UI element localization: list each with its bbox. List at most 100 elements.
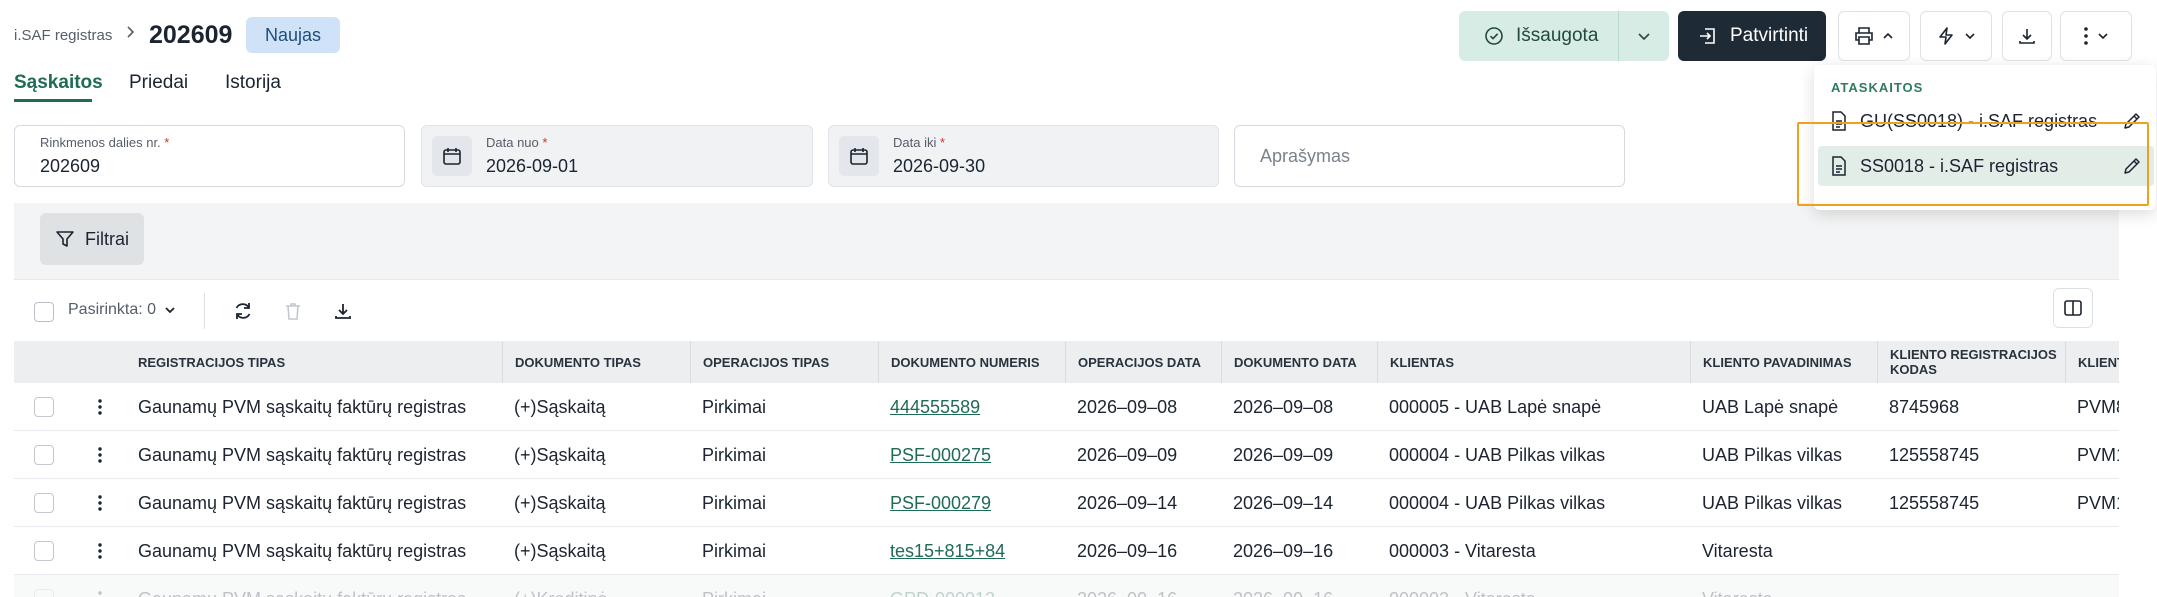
filter-icon xyxy=(56,231,74,247)
page-header: i.SAF registras 202609 Naujas Išsaugota … xyxy=(0,0,2157,70)
column-header[interactable]: DOKUMENTO DATA xyxy=(1221,341,1377,383)
table-row[interactable]: Gaunamų PVM sąskaitų faktūrų registras (… xyxy=(14,527,2119,575)
trash-icon xyxy=(280,298,306,324)
selection-dropdown[interactable]: Pasirinkta: 0 xyxy=(68,301,176,319)
row-checkbox[interactable] xyxy=(34,493,54,513)
description-field[interactable]: Aprašymas xyxy=(1234,125,1625,187)
cell-document-type: (+)Sąskaitą xyxy=(514,396,606,417)
column-header[interactable]: DOKUMENTO TIPAS xyxy=(502,341,690,383)
cell-document-date: 2026–09–16 xyxy=(1233,540,1334,561)
row-checkbox[interactable] xyxy=(34,445,54,465)
column-header[interactable]: KLIENTO xyxy=(2065,341,2119,383)
cell-operation-date: 2026–09–08 xyxy=(1077,396,1178,417)
document-number-link[interactable]: PSF-000275 xyxy=(878,431,1065,479)
check-circle-icon xyxy=(1485,27,1503,45)
row-menu-icon[interactable] xyxy=(90,541,110,561)
tab-history[interactable]: Istorija xyxy=(225,72,281,94)
row-menu-icon[interactable] xyxy=(90,493,110,513)
cell-client-code: 125558745 xyxy=(1889,492,1980,513)
cell-document-type: (+)Kreditinė xyxy=(502,575,690,597)
cell-client-code: 125558745 xyxy=(1889,444,1980,465)
table-row[interactable]: Gaunamų PVM sąskaitų faktūrų registras (… xyxy=(14,383,2119,431)
filter-button[interactable]: Filtrai xyxy=(40,213,144,265)
row-menu-icon[interactable] xyxy=(90,445,110,465)
download-button[interactable] xyxy=(2002,11,2052,61)
highlight-box xyxy=(1797,122,2149,206)
more-button[interactable] xyxy=(2060,11,2132,61)
toolbar-divider xyxy=(204,293,205,329)
cell-document-date: 2026–09–08 xyxy=(1233,396,1334,417)
table-header: REGISTRACIJOS TIPAS DOKUMENTO TIPAS OPER… xyxy=(14,341,2119,383)
reports-menu-title: ATASKAITOS xyxy=(1831,80,1924,95)
date-from-label: Data nuo * xyxy=(486,135,548,150)
cell-operation-date: 2026–09–16 xyxy=(1077,540,1178,561)
active-tab-indicator xyxy=(14,99,92,102)
cell-client-code xyxy=(1877,527,2065,575)
cell-registration-type: Gaunamų PVM sąskaitų faktūrų registras xyxy=(138,540,467,561)
calendar-icon[interactable] xyxy=(432,136,472,176)
tab-attachments[interactable]: Priedai xyxy=(129,72,188,94)
cell-operation-type: Pirkimai xyxy=(702,444,767,465)
refresh-icon[interactable] xyxy=(230,298,256,324)
saved-dropdown-toggle[interactable] xyxy=(1619,29,1669,43)
document-number-link[interactable]: GPD-000012 xyxy=(878,575,1065,597)
date-from-field[interactable]: Data nuo * 2026-09-01 xyxy=(421,125,813,187)
column-header[interactable]: KLIENTO REGISTRACIJOS KODAS xyxy=(1877,341,2065,383)
table-row[interactable]: Gaunamų PVM sąskaitų faktūrų registras (… xyxy=(14,479,2119,527)
table-row[interactable]: Gaunamų PVM sąskaitų faktūrų registras (… xyxy=(14,431,2119,479)
chevron-down-icon xyxy=(2098,33,2108,40)
confirm-label: Patvirtinti xyxy=(1730,25,1809,46)
cell-client: 000004 - UAB Pilkas vilkas xyxy=(1389,492,1606,513)
document-number-link[interactable]: PSF-000279 xyxy=(878,479,1065,527)
cell-operation-date: 2026–09–09 xyxy=(1077,444,1178,465)
row-menu-icon[interactable] xyxy=(90,397,110,417)
row-checkbox[interactable] xyxy=(34,541,54,561)
document-number-link[interactable]: 444555589 xyxy=(878,383,1065,431)
cell-client-code: 8745968 xyxy=(1889,396,1960,417)
column-header[interactable]: KLIENTO PAVADINIMAS xyxy=(1690,341,1877,383)
branch-number-value: 202609 xyxy=(40,156,101,176)
filter-bar: Filtrai xyxy=(14,203,2119,279)
chevron-down-icon xyxy=(1965,33,1975,40)
breadcrumb-parent[interactable]: i.SAF registras xyxy=(14,27,112,44)
document-number-link[interactable]: tes15+815+84 xyxy=(878,527,1065,575)
date-to-label: Data iki * xyxy=(893,135,946,150)
column-header[interactable]: KLIENTAS xyxy=(1377,341,1690,383)
page-title: 202609 xyxy=(149,21,233,49)
cell-document-date: 2026–09–16 xyxy=(1221,575,1377,597)
status-badge: Naujas xyxy=(246,17,341,53)
cell-client-vat xyxy=(2065,527,2119,575)
tab-invoices[interactable]: Sąskaitos xyxy=(14,72,103,94)
table-toolbar: Pasirinkta: 0 xyxy=(14,279,2119,341)
cell-registration-type: Gaunamų PVM sąskaitų faktūrų registras xyxy=(138,492,467,513)
download-icon[interactable] xyxy=(330,298,356,324)
cell-operation-type: Pirkimai xyxy=(702,396,767,417)
saved-split-button: Išsaugota xyxy=(1459,11,1669,61)
cell-document-type: (+)Sąskaitą xyxy=(514,492,606,513)
branch-number-field[interactable]: Rinkmenos dalies nr. * 202609 xyxy=(14,125,405,187)
cell-client-vat: PVM12 xyxy=(2077,492,2119,513)
calendar-icon[interactable] xyxy=(839,136,879,176)
saved-button[interactable]: Išsaugota xyxy=(1459,11,1619,61)
date-to-field[interactable]: Data iki * 2026-09-30 xyxy=(828,125,1219,187)
chevron-right-icon xyxy=(127,26,135,38)
actions-button[interactable] xyxy=(1920,11,1992,61)
column-header[interactable]: DOKUMENTO NUMERIS xyxy=(878,341,1065,383)
confirm-button[interactable]: Patvirtinti xyxy=(1678,11,1826,61)
columns-toggle-button[interactable] xyxy=(2053,288,2093,328)
cell-document-date: 2026–09–14 xyxy=(1233,492,1334,513)
row-menu-icon[interactable] xyxy=(90,589,110,597)
filter-label: Filtrai xyxy=(85,228,129,249)
select-all-checkbox[interactable] xyxy=(34,302,54,322)
table-row[interactable]: Gaunamų PVM sąskaitų faktūrų registras (… xyxy=(14,575,2119,597)
saved-label: Išsaugota xyxy=(1516,25,1599,46)
column-header[interactable]: OPERACIJOS DATA xyxy=(1065,341,1221,383)
cell-client-name: Vitaresta xyxy=(1690,575,1877,597)
column-header[interactable]: OPERACIJOS TIPAS xyxy=(690,341,878,383)
print-button[interactable] xyxy=(1838,11,1910,61)
column-header[interactable]: REGISTRACIJOS TIPAS xyxy=(126,341,502,383)
row-checkbox[interactable] xyxy=(34,397,54,417)
cell-operation-date: 2026–09–16 xyxy=(1065,575,1221,597)
printer-icon xyxy=(1855,27,1873,45)
row-checkbox[interactable] xyxy=(34,589,54,597)
